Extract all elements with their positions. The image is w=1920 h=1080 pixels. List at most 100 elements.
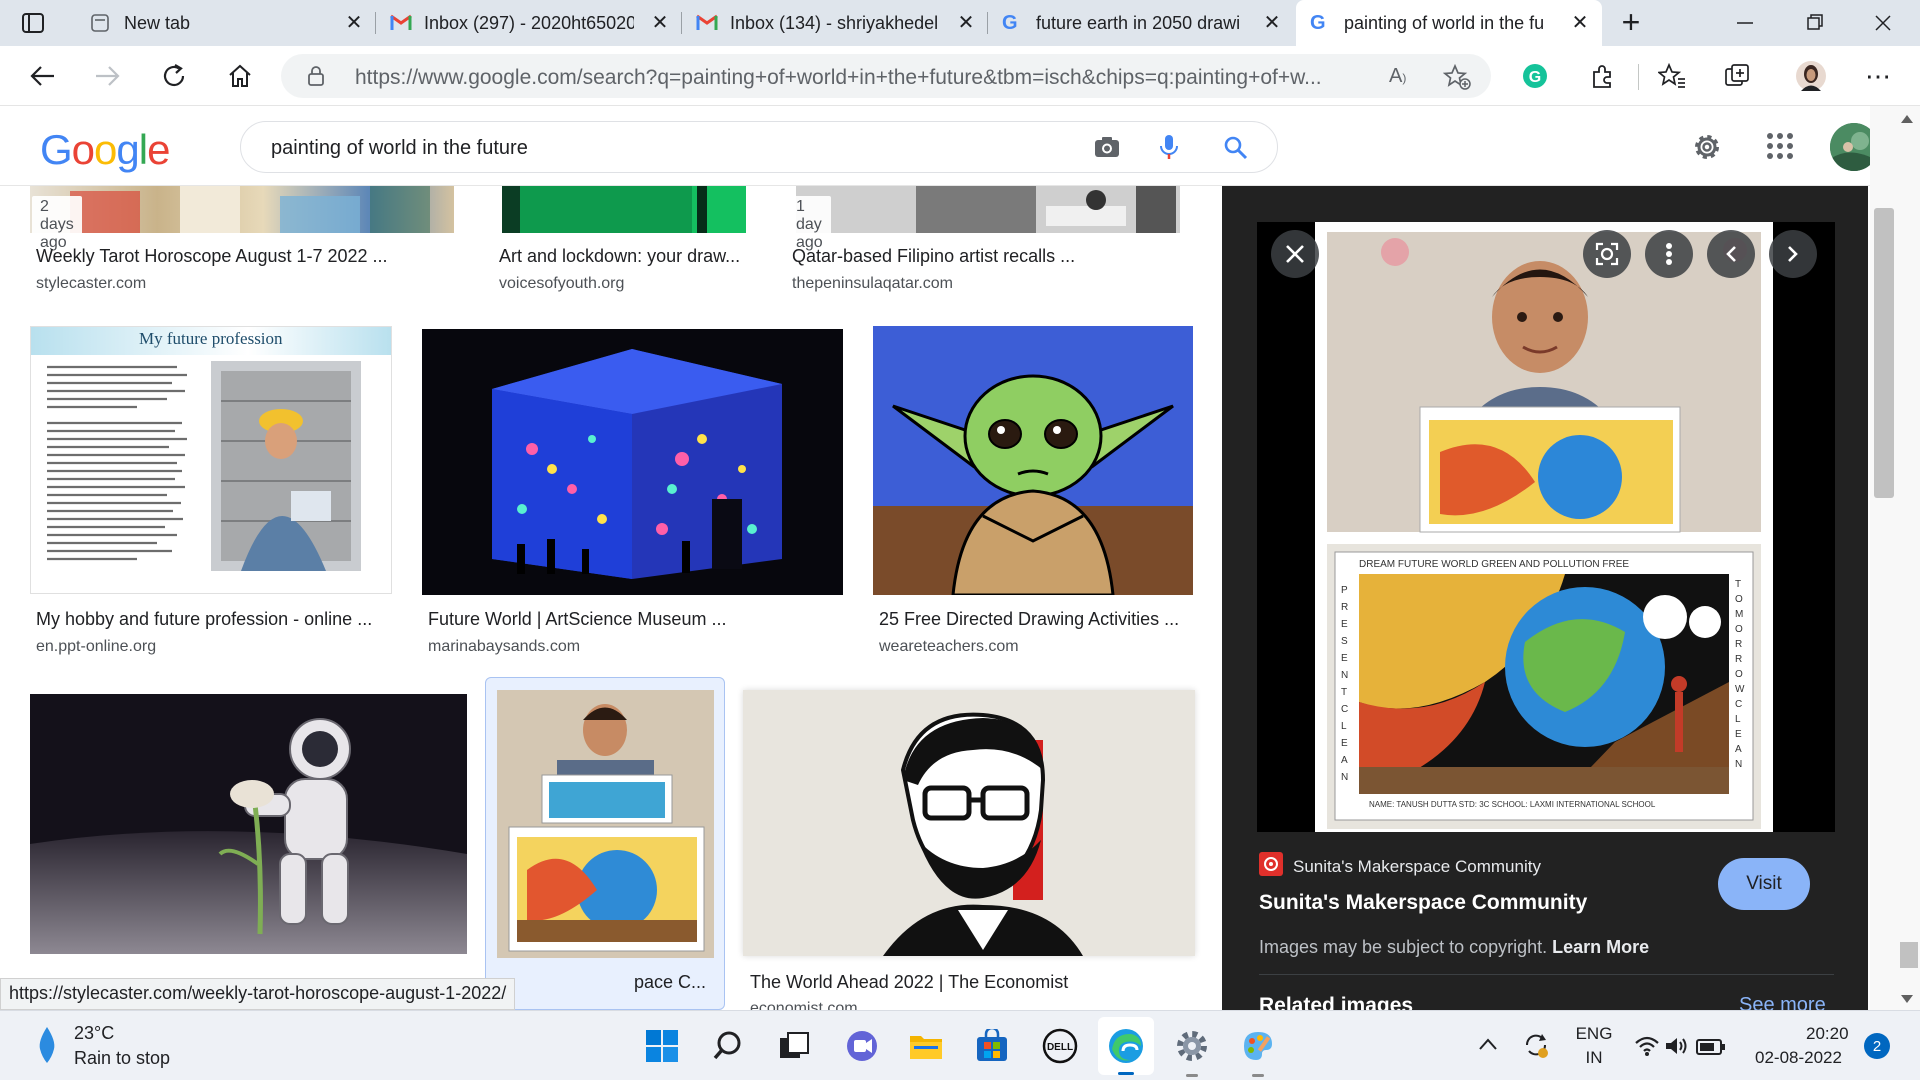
close-icon[interactable]: ✕ — [1568, 11, 1592, 35]
scroll-up-arrow-icon[interactable] — [1900, 112, 1914, 124]
lens-search-icon[interactable] — [1583, 230, 1631, 278]
result-source[interactable]: en.ppt-online.org — [36, 638, 156, 656]
tab-new-tab[interactable]: New tab ✕ — [76, 0, 376, 46]
result-title[interactable]: Future World | ArtScience Museum ... — [428, 609, 726, 630]
result-title[interactable]: The World Ahead 2022 | The Economist — [750, 972, 1068, 993]
tab-inbox-297[interactable]: Inbox (297) - 2020ht65020 ✕ — [376, 0, 682, 46]
search-box[interactable]: painting of world in the future — [240, 121, 1278, 173]
refresh-icon[interactable] — [154, 56, 194, 96]
address-bar[interactable]: https://www.google.com/search?q=painting… — [281, 54, 1491, 98]
start-windows-icon[interactable] — [642, 1026, 682, 1066]
task-view-icon[interactable] — [774, 1026, 814, 1066]
weather-description[interactable]: Rain to stop — [74, 1048, 170, 1069]
result-source[interactable]: thepeninsulaqatar.com — [792, 275, 953, 293]
lock-icon[interactable] — [307, 65, 325, 92]
camera-icon[interactable] — [1093, 135, 1121, 164]
close-icon[interactable]: ✕ — [954, 11, 978, 35]
minimize-icon[interactable] — [1730, 10, 1760, 36]
more-options-icon[interactable] — [1645, 230, 1693, 278]
close-icon[interactable]: ✕ — [648, 11, 672, 35]
tab-future-earth[interactable]: G future earth in 2050 drawi ✕ — [988, 0, 1294, 46]
taskbar-search-icon[interactable] — [708, 1026, 748, 1066]
result-image[interactable] — [30, 694, 467, 954]
result-image[interactable] — [497, 690, 714, 958]
weather-temperature[interactable]: 23°C — [74, 1023, 114, 1044]
settings-app-icon[interactable] — [1172, 1026, 1212, 1066]
preview-image[interactable]: DREAM FUTURE WORLD GREEN AND POLLUTION F… — [1257, 222, 1835, 832]
close-icon[interactable]: ✕ — [342, 11, 366, 35]
tab-painting-of-world[interactable]: G painting of world in the fu ✕ — [1296, 0, 1602, 46]
grammarly-icon[interactable]: G — [1515, 56, 1555, 96]
result-image[interactable] — [502, 186, 746, 233]
scroll-down-arrow-icon[interactable] — [1900, 992, 1914, 1004]
result-title[interactable]: Qatar-based Filipino artist recalls ... — [792, 246, 1075, 267]
extensions-icon[interactable] — [1582, 56, 1622, 96]
result-title[interactable]: pace C... — [634, 972, 706, 993]
edge-browser-icon[interactable] — [1106, 1026, 1146, 1066]
sync-tray-icon[interactable] — [1522, 1031, 1550, 1064]
learn-more-link[interactable]: Learn More — [1552, 937, 1649, 957]
scrollbar-thumb-right[interactable] — [1900, 942, 1918, 968]
language-indicator[interactable]: ENG IN — [1572, 1024, 1616, 1068]
close-preview-icon[interactable] — [1271, 230, 1319, 278]
profile-avatar[interactable] — [1791, 56, 1831, 96]
see-more-link[interactable]: See more — [1739, 994, 1826, 1010]
notification-badge[interactable]: 2 — [1864, 1033, 1890, 1059]
file-explorer-icon[interactable] — [906, 1026, 946, 1066]
forward-arrow-icon[interactable] — [88, 56, 128, 96]
wifi-icon[interactable] — [1634, 1035, 1660, 1062]
url-text[interactable]: https://www.google.com/search?q=painting… — [355, 66, 1355, 90]
back-arrow-icon[interactable] — [22, 56, 62, 96]
result-title[interactable]: Art and lockdown: your draw... — [499, 246, 740, 267]
preview-title[interactable]: Sunita's Makerspace Community — [1259, 891, 1587, 915]
result-image[interactable] — [796, 186, 1180, 233]
next-image-icon[interactable] — [1769, 230, 1817, 278]
previous-image-icon[interactable] — [1707, 230, 1755, 278]
tab-inbox-134[interactable]: Inbox (134) - shriyakhedel ✕ — [682, 0, 988, 46]
result-title[interactable]: 25 Free Directed Drawing Activities ... — [879, 609, 1179, 630]
more-menu-icon[interactable]: ⋯ — [1858, 56, 1898, 96]
dell-icon[interactable]: DELL — [1040, 1026, 1080, 1066]
home-icon[interactable] — [220, 56, 260, 96]
read-aloud-icon[interactable]: A) — [1389, 65, 1406, 88]
result-title[interactable]: My hobby and future profession - online … — [36, 609, 372, 630]
result-source[interactable]: stylecaster.com — [36, 275, 146, 293]
microphone-icon[interactable] — [1159, 133, 1179, 166]
favorites-icon[interactable] — [1652, 56, 1692, 96]
settings-gear-icon[interactable] — [1690, 130, 1724, 169]
result-source[interactable]: weareteachers.com — [879, 638, 1019, 656]
teams-chat-icon[interactable] — [842, 1026, 882, 1066]
battery-icon[interactable] — [1696, 1039, 1726, 1060]
result-image[interactable] — [743, 690, 1195, 956]
clock-date[interactable]: 02-08-2022 — [1755, 1048, 1842, 1068]
google-apps-icon[interactable] — [1766, 132, 1794, 165]
result-image[interactable] — [30, 186, 454, 233]
result-title[interactable]: Weekly Tarot Horoscope August 1-7 2022 .… — [36, 246, 388, 267]
clock-time[interactable]: 20:20 — [1806, 1024, 1849, 1044]
paint-app-icon[interactable] — [1238, 1026, 1278, 1066]
new-tab-plus-icon[interactable]: + — [1614, 6, 1648, 40]
chevron-up-icon[interactable] — [1478, 1037, 1498, 1056]
page-scrollbar[interactable] — [1870, 106, 1920, 1010]
collections-icon[interactable] — [1718, 56, 1758, 96]
result-image[interactable]: My future profession — [30, 326, 392, 594]
restore-icon[interactable] — [1800, 10, 1830, 36]
close-icon[interactable]: ✕ — [1260, 11, 1284, 35]
tab-label: New tab — [124, 12, 191, 33]
volume-icon[interactable] — [1664, 1035, 1690, 1062]
result-image[interactable] — [873, 326, 1193, 595]
tab-actions-menu-icon[interactable] — [20, 11, 46, 35]
result-image[interactable] — [422, 329, 843, 595]
google-logo[interactable]: Google — [40, 126, 170, 174]
source-name-small[interactable]: Sunita's Makerspace Community — [1293, 857, 1541, 877]
add-favorite-icon[interactable] — [1442, 63, 1471, 95]
scrollbar-thumb[interactable] — [1874, 208, 1894, 498]
result-source[interactable]: voicesofyouth.org — [499, 275, 624, 293]
visit-button[interactable]: Visit — [1718, 858, 1810, 910]
window-close-icon[interactable] — [1868, 10, 1898, 36]
search-icon[interactable] — [1223, 135, 1249, 166]
microsoft-store-icon[interactable] — [972, 1026, 1012, 1066]
weather-rain-icon[interactable] — [36, 1025, 58, 1070]
search-input[interactable]: painting of world in the future — [271, 137, 528, 160]
result-source[interactable]: marinabaysands.com — [428, 638, 580, 656]
